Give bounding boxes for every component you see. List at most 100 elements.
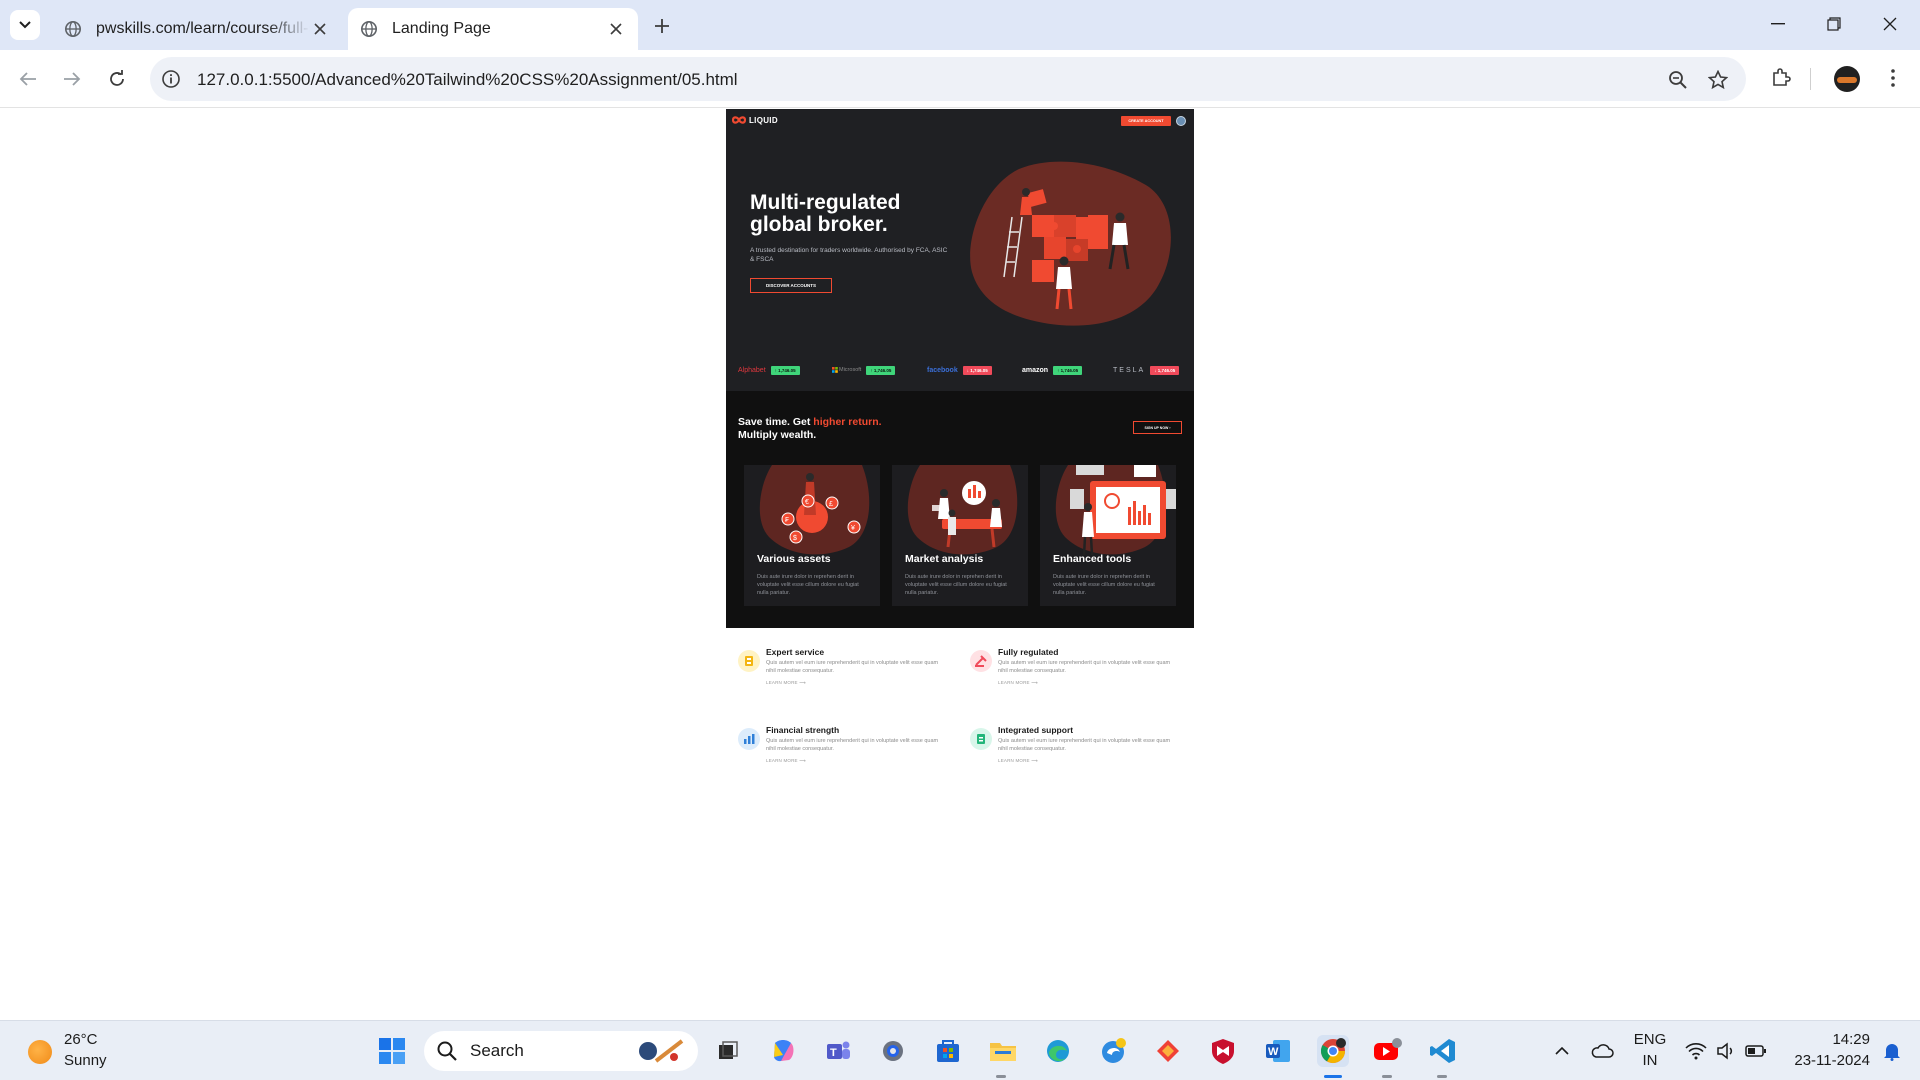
word-icon[interactable]: W — [1262, 1035, 1294, 1067]
svg-text:T: T — [830, 1047, 837, 1059]
features-section: Save time. Get higher return. Multiply w… — [726, 391, 1194, 628]
running-indicator — [996, 1075, 1006, 1078]
language-indicator-eng[interactable]: ENG — [1628, 1031, 1672, 1048]
onedrive-cloud-icon[interactable] — [1586, 1035, 1618, 1067]
extensions-icon[interactable] — [1766, 63, 1796, 93]
learn-more-link[interactable]: LEARN MORE ⟶ — [998, 758, 1038, 764]
svg-text:€: € — [805, 499, 809, 506]
more-menu-icon[interactable] — [1878, 63, 1908, 93]
vscode-icon[interactable] — [1427, 1035, 1459, 1067]
site-logo[interactable]: LIQUID — [732, 115, 778, 125]
volume-speaker-icon[interactable] — [1710, 1035, 1742, 1067]
minimize-button[interactable] — [1750, 0, 1806, 48]
file-explorer-icon[interactable] — [987, 1035, 1019, 1067]
youtube-app-icon[interactable] — [1372, 1035, 1404, 1067]
service-text: Quis autem vel eum iure reprehenderit qu… — [998, 738, 1171, 752]
anydesk-icon[interactable] — [1152, 1035, 1184, 1067]
tab-title: Landing Page — [392, 20, 491, 37]
enhanced-tools-illustration — [1055, 465, 1176, 556]
wifi-icon[interactable] — [1680, 1035, 1712, 1067]
feature-card-market-analysis[interactable]: Market analysis Duis aute irure dolor in… — [892, 465, 1028, 606]
teams-icon[interactable]: T — [822, 1035, 854, 1067]
clock-date[interactable]: 23-11-2024 — [1770, 1052, 1870, 1069]
discover-accounts-button[interactable]: DISCOVER ACCOUNTS — [750, 278, 832, 293]
ticker-item-alphabet[interactable]: Alphabet ↑ 1,746.05 — [738, 363, 800, 377]
svg-text:$: $ — [793, 535, 797, 542]
arrow-left-icon — [19, 72, 36, 86]
heading-highlight: higher return. — [813, 416, 882, 428]
tab-pwskills[interactable]: pwskills.com/learn/course/full-s — [52, 8, 342, 50]
learn-more-link[interactable]: LEARN MORE ⟶ — [998, 680, 1038, 686]
taskbar-search-box[interactable]: Search — [424, 1031, 698, 1071]
feature-card-enhanced-tools[interactable]: Enhanced tools Duis aute irure dolor in … — [1040, 465, 1176, 606]
heading-part1: Save time. Get — [738, 416, 814, 428]
create-account-button[interactable]: CREATE ACCOUNT — [1121, 116, 1171, 126]
card-title: Various assets — [757, 553, 831, 565]
language-indicator-in[interactable]: IN — [1628, 1052, 1672, 1069]
url-bar[interactable]: 127.0.0.1:5500/Advanced%20Tailwind%20CSS… — [150, 57, 1746, 101]
service-text: Quis autem vel eum iure reprehenderit qu… — [766, 660, 939, 674]
price-chip: ↓ 1,746.05 — [962, 365, 992, 375]
edge-browser-icon[interactable] — [1042, 1035, 1074, 1067]
globe-icon — [64, 20, 82, 38]
hero-section: LIQUID CREATE ACCOUNT Multi-regulated gl… — [726, 109, 1194, 391]
service-title: Financial strength — [766, 725, 840, 735]
infinity-logo-icon — [732, 116, 746, 124]
close-window-button[interactable] — [1862, 0, 1918, 48]
clock-time[interactable]: 14:29 — [1770, 1031, 1870, 1048]
expert-service-icon — [738, 650, 760, 672]
hero-subtitle: A trusted destination for traders worldw… — [750, 247, 948, 263]
bookmark-star-icon[interactable] — [1706, 68, 1730, 92]
copilot-icon[interactable] — [767, 1035, 799, 1067]
weather-condition[interactable]: Sunny — [64, 1052, 107, 1069]
service-title: Expert service — [766, 647, 825, 657]
currency-assets-illustration: € ¥ ₣ $ £ — [759, 465, 870, 555]
close-tab-icon[interactable] — [310, 19, 330, 39]
running-indicator — [1437, 1075, 1447, 1078]
notification-bell-icon[interactable] — [1876, 1035, 1908, 1067]
tab-landing-page[interactable]: Landing Page — [348, 8, 638, 50]
back-button[interactable] — [12, 63, 44, 95]
sign-up-now-button[interactable]: SIGN UP NOW › — [1133, 421, 1182, 434]
card-title: Market analysis — [905, 553, 984, 565]
weather-sun-icon[interactable] — [28, 1040, 52, 1064]
weather-temperature[interactable]: 26°C — [64, 1031, 98, 1048]
brand-logo-alphabet: Alphabet — [738, 366, 766, 374]
chevron-down-icon — [19, 21, 31, 29]
service-title: Integrated support — [998, 725, 1074, 735]
site-info-icon[interactable] — [160, 68, 182, 90]
svg-text:£: £ — [829, 501, 833, 508]
language-globe-icon[interactable] — [1176, 116, 1186, 126]
zoom-icon[interactable] — [1666, 68, 1690, 92]
forward-button[interactable] — [56, 63, 88, 95]
ticker-item-amazon[interactable]: amazon ↑ 1,746.05 — [1022, 363, 1083, 377]
url-text[interactable]: 127.0.0.1:5500/Advanced%20Tailwind%20CSS… — [197, 70, 738, 90]
feature-card-various-assets[interactable]: € ¥ ₣ $ £ Various assets Duis aute irure… — [744, 465, 880, 606]
show-hidden-icons-chevron-icon[interactable] — [1546, 1035, 1578, 1067]
profile-avatar[interactable] — [1834, 66, 1860, 92]
reload-button[interactable] — [101, 63, 133, 95]
new-tab-button[interactable] — [648, 12, 676, 40]
service-expert: Expert service Quis autem vel eum iure r… — [738, 647, 948, 707]
task-view-icon[interactable] — [712, 1035, 744, 1067]
restore-button[interactable] — [1806, 0, 1862, 48]
settings-gear-icon[interactable] — [877, 1035, 909, 1067]
ticker-item-tesla[interactable]: TESLA ↓ 1,746.05 — [1113, 363, 1180, 377]
mcafee-shield-icon[interactable] — [1207, 1035, 1239, 1067]
financial-strength-icon — [738, 728, 760, 750]
battery-icon[interactable] — [1740, 1035, 1772, 1067]
ticker-item-facebook[interactable]: facebook ↓ 1,746.05 — [927, 363, 992, 377]
microsoft-store-icon[interactable] — [932, 1035, 964, 1067]
close-tab-icon[interactable] — [606, 19, 626, 39]
learn-more-link[interactable]: LEARN MORE ⟶ — [766, 680, 806, 686]
brand-logo-tesla: TESLA — [1113, 366, 1146, 374]
card-text: Duis aute irure dolor in reprehen derit … — [1053, 574, 1155, 596]
service-text: Quis autem vel eum iure reprehenderit qu… — [998, 660, 1171, 674]
tab-search-button[interactable] — [10, 10, 40, 40]
edge-beta-icon[interactable] — [1097, 1035, 1129, 1067]
start-windows-icon[interactable] — [376, 1035, 408, 1067]
learn-more-link[interactable]: LEARN MORE ⟶ — [766, 758, 806, 764]
ticker-item-microsoft[interactable]: Microsoft ↑ 1,746.05 — [832, 363, 896, 377]
services-section: Expert service Quis autem vel eum iure r… — [726, 628, 1194, 778]
chrome-icon[interactable] — [1317, 1035, 1349, 1067]
